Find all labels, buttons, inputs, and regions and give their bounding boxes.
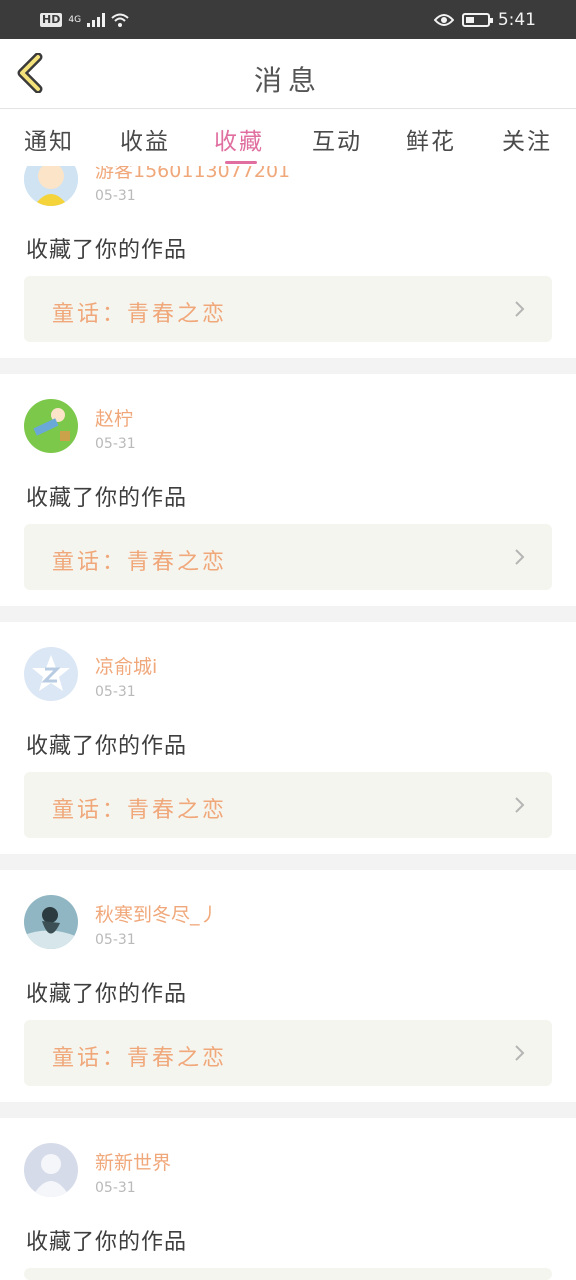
chevron-right-icon bbox=[515, 1045, 525, 1061]
action-text: 收藏了你的作品 bbox=[26, 1230, 188, 1255]
notification-list: 游客1560113077201 05-31 收藏了你的作品 童话：青春之恋 赵柠… bbox=[0, 166, 576, 1280]
default-avatar-icon bbox=[24, 1143, 78, 1197]
chevron-right-icon bbox=[515, 549, 525, 565]
date: 05-31 bbox=[95, 436, 136, 452]
battery-icon bbox=[461, 13, 493, 27]
hd-badge: HD bbox=[40, 13, 63, 27]
notification-card: 游客1560113077201 05-31 收藏了你的作品 童话：青春之恋 bbox=[0, 166, 576, 358]
avatar[interactable] bbox=[24, 647, 78, 701]
work-link[interactable] bbox=[24, 1268, 552, 1280]
notification-card: 凉俞城i 05-31 收藏了你的作品 童话：青春之恋 bbox=[0, 622, 576, 854]
notification-card: 秋寒到冬尽_丿 05-31 收藏了你的作品 童话：青春之恋 bbox=[0, 870, 576, 1102]
chevron-right-icon bbox=[515, 301, 525, 317]
username[interactable]: 凉俞城i bbox=[95, 652, 157, 679]
notification-card: 赵柠 05-31 收藏了你的作品 童话：青春之恋 bbox=[0, 374, 576, 606]
chevron-right-icon bbox=[515, 797, 525, 813]
divider bbox=[0, 606, 576, 622]
tab-notifications[interactable]: 通知 bbox=[24, 122, 74, 156]
divider bbox=[0, 358, 576, 374]
tab-interactions[interactable]: 互动 bbox=[312, 122, 362, 156]
page-title: 消息 bbox=[253, 64, 322, 97]
signal-icon bbox=[87, 13, 106, 27]
app-header: 消息 bbox=[0, 39, 576, 109]
work-link[interactable]: 童话：青春之恋 bbox=[24, 276, 552, 342]
tab-flowers[interactable]: 鲜花 bbox=[406, 122, 456, 156]
tab-following[interactable]: 关注 bbox=[502, 122, 552, 156]
divider bbox=[0, 854, 576, 870]
active-tab-indicator bbox=[225, 161, 257, 164]
avatar-image bbox=[24, 895, 78, 949]
work-title: 童话：青春之恋 bbox=[52, 1046, 228, 1071]
date: 05-31 bbox=[95, 1180, 136, 1196]
work-link[interactable]: 童话：青春之恋 bbox=[24, 524, 552, 590]
work-title: 童话：青春之恋 bbox=[52, 302, 228, 327]
clock: 5:41 bbox=[497, 10, 536, 30]
date: 05-31 bbox=[95, 188, 136, 204]
action-text: 收藏了你的作品 bbox=[26, 486, 188, 511]
eye-icon bbox=[433, 14, 454, 26]
divider bbox=[0, 1102, 576, 1118]
wifi-icon bbox=[111, 13, 129, 27]
date: 05-31 bbox=[95, 684, 136, 700]
status-bar: HD 4G 5:41 bbox=[0, 0, 576, 39]
avatar[interactable] bbox=[24, 1143, 78, 1197]
work-title: 童话：青春之恋 bbox=[52, 798, 228, 823]
avatar-image bbox=[24, 399, 78, 453]
network-type: 4G bbox=[68, 15, 82, 25]
avatar[interactable] bbox=[24, 399, 78, 453]
tab-earnings[interactable]: 收益 bbox=[120, 122, 170, 156]
notification-card: 新新世界 05-31 收藏了你的作品 bbox=[0, 1118, 576, 1280]
tab-favorites[interactable]: 收藏 bbox=[214, 122, 264, 156]
username[interactable]: 秋寒到冬尽_丿 bbox=[95, 900, 219, 927]
work-link[interactable]: 童话：青春之恋 bbox=[24, 1020, 552, 1086]
work-link[interactable]: 童话：青春之恋 bbox=[24, 772, 552, 838]
tab-bar: 通知 收益 收藏 互动 鲜花 关注 bbox=[0, 110, 576, 166]
date: 05-31 bbox=[95, 932, 136, 948]
username[interactable]: 赵柠 bbox=[95, 404, 133, 431]
avatar[interactable] bbox=[24, 895, 78, 949]
action-text: 收藏了你的作品 bbox=[26, 734, 188, 759]
avatar[interactable] bbox=[24, 166, 78, 206]
action-text: 收藏了你的作品 bbox=[26, 982, 188, 1007]
work-title: 童话：青春之恋 bbox=[52, 550, 228, 575]
username[interactable]: 新新世界 bbox=[95, 1148, 171, 1175]
action-text: 收藏了你的作品 bbox=[26, 238, 188, 263]
avatar-image bbox=[24, 647, 78, 701]
avatar-image bbox=[24, 166, 78, 206]
username[interactable]: 游客1560113077201 bbox=[95, 166, 290, 183]
